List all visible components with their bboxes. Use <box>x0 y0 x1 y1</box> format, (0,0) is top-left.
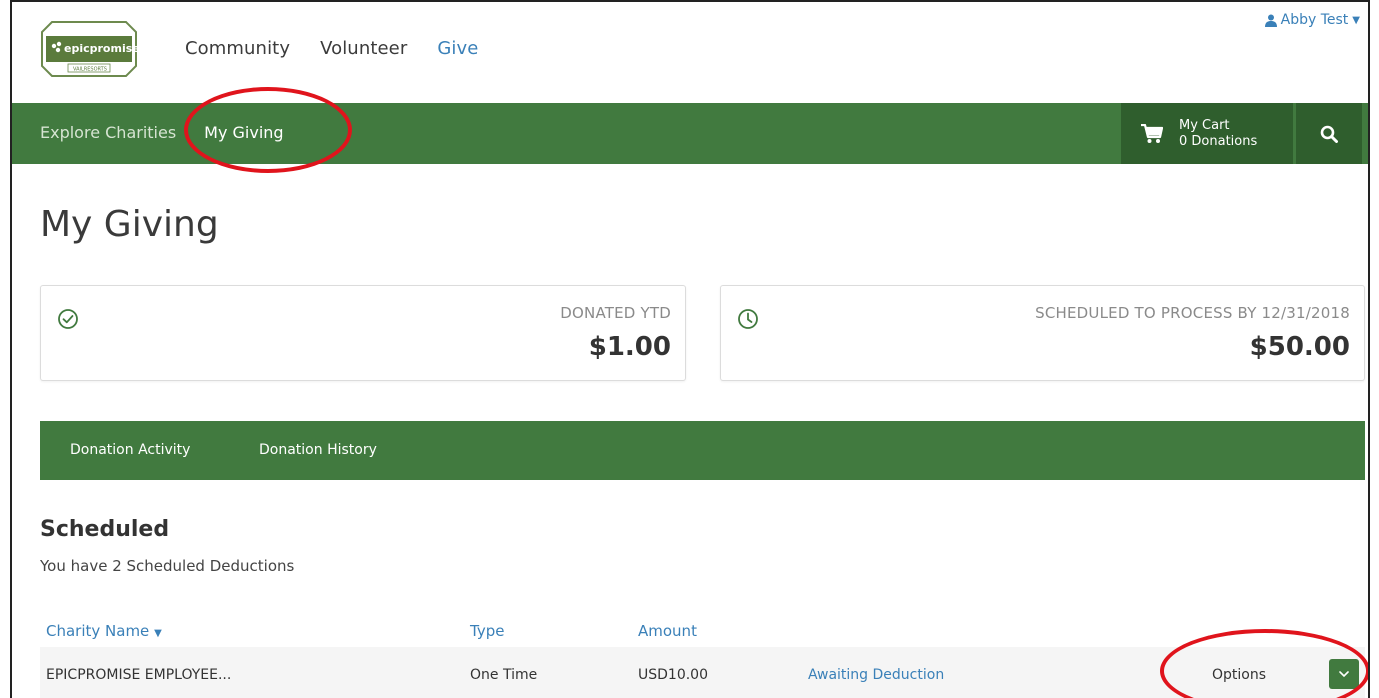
clock-icon <box>738 309 758 329</box>
donated-ytd-label: DONATED YTD <box>560 304 671 322</box>
column-charity-name[interactable]: Charity Name ▼ <box>46 622 162 640</box>
cart-title: My Cart <box>1179 117 1230 133</box>
user-menu[interactable]: Abby Test ▼ <box>1264 12 1360 28</box>
browser-frame: epicpromise VAILRESORTS Community Volunt… <box>10 0 1370 698</box>
row-status-link[interactable]: Awaiting Deduction <box>808 667 944 683</box>
user-icon <box>1264 14 1277 27</box>
scheduled-value: $50.00 <box>1249 332 1350 362</box>
search-icon <box>1320 125 1338 143</box>
table-row: EPICPROMISE EMPLOYEE... One Time USD10.0… <box>40 647 1365 698</box>
donated-ytd-value: $1.00 <box>588 332 671 362</box>
cart-count: 0 Donations <box>1179 133 1258 149</box>
scheduled-label: SCHEDULED TO PROCESS BY 12/31/2018 <box>1035 304 1350 322</box>
row-amount: USD10.00 <box>638 667 708 683</box>
row-type: One Time <box>470 667 538 683</box>
nav-explore-charities[interactable]: Explore Charities <box>40 123 176 142</box>
row-options-label[interactable]: Options <box>1212 667 1266 683</box>
top-header: epicpromise VAILRESORTS Community Volunt… <box>12 2 1368 103</box>
cart-icon <box>1141 123 1163 143</box>
sort-caret-icon: ▼ <box>154 628 162 639</box>
options-dropdown-button[interactable] <box>1329 659 1359 689</box>
search-button[interactable] <box>1296 103 1362 164</box>
logo-wordmark: epicpromise <box>64 42 138 55</box>
tab-donation-activity[interactable]: Donation Activity <box>70 442 190 458</box>
page-title: My Giving <box>40 204 219 245</box>
column-amount[interactable]: Amount <box>638 622 697 640</box>
nav-my-giving[interactable]: My Giving <box>204 123 283 142</box>
scheduled-count: You have 2 Scheduled Deductions <box>40 557 295 575</box>
check-circle-icon <box>58 309 78 329</box>
logo-subtext: VAILRESORTS <box>73 67 107 73</box>
tab-donation-history[interactable]: Donation History <box>259 442 377 458</box>
caret-down-icon: ▼ <box>1352 14 1360 26</box>
scheduled-card: SCHEDULED TO PROCESS BY 12/31/2018 $50.0… <box>720 285 1365 381</box>
column-charity-name-label: Charity Name <box>46 622 150 640</box>
nav-give[interactable]: Give <box>437 38 478 59</box>
chevron-down-icon <box>1339 670 1349 677</box>
my-cart-button[interactable]: My Cart 0 Donations <box>1121 103 1293 164</box>
row-charity-name[interactable]: EPICPROMISE EMPLOYEE... <box>46 667 231 683</box>
nav-volunteer[interactable]: Volunteer <box>320 38 407 59</box>
secondary-nav: Explore Charities My Giving My Cart 0 Do… <box>12 103 1368 164</box>
scheduled-heading: Scheduled <box>40 517 170 542</box>
nav-community[interactable]: Community <box>185 38 290 59</box>
donation-tabs: Donation Activity Donation History <box>40 421 1365 480</box>
primary-nav: Community Volunteer Give <box>185 38 508 59</box>
column-type[interactable]: Type <box>470 622 504 640</box>
epicpromise-logo[interactable]: epicpromise VAILRESORTS <box>40 20 138 78</box>
user-name: Abby Test <box>1280 12 1349 28</box>
donated-ytd-card: DONATED YTD $1.00 <box>40 285 686 381</box>
